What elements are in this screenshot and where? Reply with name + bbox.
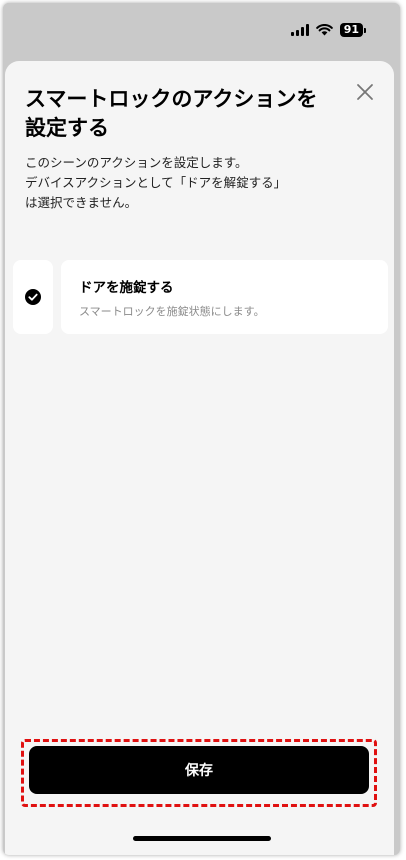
action-card[interactable]: ドアを施錠する スマートロックを施錠状態にします。: [61, 260, 388, 334]
status-icons: 91: [290, 23, 366, 37]
battery-icon: 91: [339, 23, 366, 37]
action-checkbox[interactable]: [13, 260, 53, 334]
sheet-title: スマートロックのアクションを 設定する: [25, 87, 318, 140]
action-subtitle: スマートロックを施錠状態にします。: [79, 305, 265, 318]
action-title: ドアを施錠する: [79, 280, 174, 296]
home-indicator: [133, 836, 271, 841]
status-bar: 91: [3, 3, 400, 59]
action-row-lock-door: ドアを施錠する スマートロックを施錠状態にします。: [13, 260, 388, 334]
sheet-description: このシーンのアクションを設定します。 デバイスアクションとして「ドアを解錠する」…: [25, 155, 287, 210]
wifi-icon: [315, 24, 333, 36]
close-icon: [357, 84, 373, 100]
cellular-signal-icon: [290, 24, 309, 36]
battery-level: 91: [339, 23, 363, 37]
phone-screen: 91 スマートロックのアクションを 設定する このシーンのアクションを設定します…: [3, 3, 400, 855]
save-button[interactable]: 保存: [29, 746, 369, 794]
action-settings-sheet: スマートロックのアクションを 設定する このシーンのアクションを設定します。 デ…: [5, 61, 394, 855]
check-circle-icon: [25, 289, 41, 305]
close-button[interactable]: [354, 81, 376, 103]
